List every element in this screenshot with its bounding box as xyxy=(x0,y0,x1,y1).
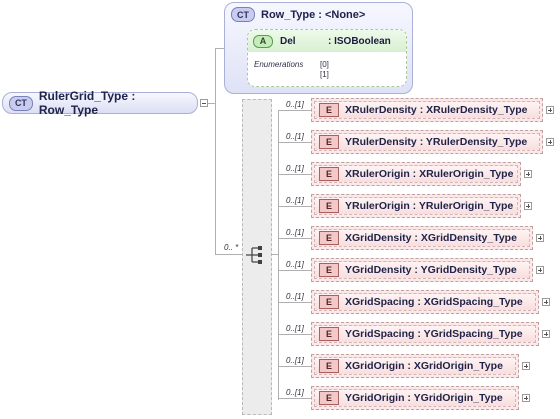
element-node-body: E YGridDensity : YGridDensity_Type xyxy=(314,261,530,279)
element-label: XGridOrigin : XGridOrigin_Type xyxy=(345,360,503,372)
element-icon: E xyxy=(319,231,339,245)
complex-type-icon: CT xyxy=(231,7,255,22)
element-node[interactable]: E XRulerDensity : XRulerDensity_Type xyxy=(311,98,543,122)
connector-element-h xyxy=(279,142,311,143)
element-node[interactable]: E XGridOrigin : XGridOrigin_Type xyxy=(311,354,519,378)
element-label: YGridDensity : YGridDensity_Type xyxy=(345,264,517,276)
connector-seq-v xyxy=(278,110,279,400)
expand-toggle[interactable] xyxy=(522,394,530,402)
expand-toggle[interactable] xyxy=(542,298,550,306)
expand-toggle[interactable] xyxy=(546,138,554,146)
element-node-body: E XGridDensity : XGridDensity_Type xyxy=(314,229,530,247)
attribute-row-del[interactable]: A Del : ISOBoolean xyxy=(248,30,406,52)
element-node-body: E XRulerOrigin : XRulerOrigin_Type xyxy=(314,165,518,183)
attribute-type: : ISOBoolean xyxy=(328,35,391,47)
element-label: YGridOrigin : YGridOrigin_Type xyxy=(345,392,503,404)
connector-element-h xyxy=(279,238,311,239)
element-icon: E xyxy=(319,359,339,373)
connector-element-h xyxy=(279,302,311,303)
element-node[interactable]: E XGridSpacing : XGridSpacing_Type xyxy=(311,290,539,314)
element-label: YGridSpacing : YGridSpacing_Type xyxy=(345,328,523,340)
expand-toggle[interactable] xyxy=(542,330,550,338)
element-node-body: E YGridOrigin : YGridOrigin_Type xyxy=(314,389,516,407)
element-multiplicity: 0..[1] xyxy=(286,228,304,237)
element-label: XRulerOrigin : XRulerOrigin_Type xyxy=(345,168,514,180)
element-node-body: E YGridSpacing : YGridSpacing_Type xyxy=(314,325,536,343)
attribute-icon: A xyxy=(253,34,273,48)
connector-element-h xyxy=(279,270,311,271)
element-icon: E xyxy=(319,327,339,341)
attribute-box: A Del : ISOBoolean Enumerations [0] [1] xyxy=(247,29,407,87)
base-type-panel: CT Row_Type : <None> A Del : ISOBoolean … xyxy=(224,2,413,94)
expand-toggle[interactable] xyxy=(524,170,532,178)
sequence-icon xyxy=(246,246,262,264)
enumeration-value: [0] xyxy=(320,60,329,69)
base-type-title: Row_Type : <None> xyxy=(261,8,366,21)
element-node[interactable]: E YRulerDensity : YRulerDensity_Type xyxy=(311,130,543,154)
root-complex-type[interactable]: CT RulerGrid_Type : Row_Type xyxy=(2,89,198,117)
element-node[interactable]: E YGridDensity : YGridDensity_Type xyxy=(311,258,533,282)
element-multiplicity: 0..[1] xyxy=(286,292,304,301)
complex-type-icon: CT xyxy=(9,95,33,111)
element-node-body: E XGridOrigin : XGridOrigin_Type xyxy=(314,357,516,375)
element-label: YRulerDensity : YRulerDensity_Type xyxy=(345,136,528,148)
element-label: YRulerOrigin : YRulerOrigin_Type xyxy=(345,200,514,212)
connector-element-h xyxy=(279,366,311,367)
connector-element-h xyxy=(279,334,311,335)
element-icon: E xyxy=(319,263,339,277)
connector-seq-h xyxy=(215,254,242,255)
expand-toggle[interactable] xyxy=(524,202,532,210)
element-multiplicity: 0..[1] xyxy=(286,324,304,333)
connector-element-h xyxy=(279,398,311,399)
element-multiplicity: 0..[1] xyxy=(286,100,304,109)
element-icon: E xyxy=(319,199,339,213)
element-node[interactable]: E YGridSpacing : YGridSpacing_Type xyxy=(311,322,539,346)
attribute-name: Del xyxy=(280,35,296,47)
element-icon: E xyxy=(319,135,339,149)
connector-base-h xyxy=(215,48,224,49)
element-node[interactable]: E YGridOrigin : YGridOrigin_Type xyxy=(311,386,519,410)
enumeration-values: [0] [1] xyxy=(320,60,329,80)
connector-element-h xyxy=(279,206,311,207)
expand-toggle[interactable] xyxy=(546,106,554,114)
element-node-body: E XGridSpacing : XGridSpacing_Type xyxy=(314,293,536,311)
element-label: XGridSpacing : XGridSpacing_Type xyxy=(345,296,523,308)
connector-element-h xyxy=(279,110,311,111)
root-type-label: RulerGrid_Type : Row_Type xyxy=(38,89,136,117)
element-icon: E xyxy=(319,103,339,117)
element-icon: E xyxy=(319,391,339,405)
expand-toggle[interactable] xyxy=(536,234,544,242)
element-multiplicity: 0..[1] xyxy=(286,260,304,269)
element-label: XRulerDensity : XRulerDensity_Type xyxy=(345,104,528,116)
element-node-body: E XRulerDensity : XRulerDensity_Type xyxy=(314,101,540,119)
element-multiplicity: 0..[1] xyxy=(286,132,304,141)
element-multiplicity: 0..[1] xyxy=(286,388,304,397)
element-node-body: E YRulerDensity : YRulerDensity_Type xyxy=(314,133,540,151)
expand-toggle[interactable] xyxy=(536,266,544,274)
connector-seq-out xyxy=(271,254,279,255)
element-icon: E xyxy=(319,167,339,181)
element-node[interactable]: E XGridDensity : XGridDensity_Type xyxy=(311,226,533,250)
enumerations-label: Enumerations xyxy=(254,60,304,69)
element-multiplicity: 0..[1] xyxy=(286,196,304,205)
root-collapse-toggle[interactable] xyxy=(200,99,208,107)
expand-toggle[interactable] xyxy=(522,362,530,370)
element-multiplicity: 0..[1] xyxy=(286,356,304,365)
element-icon: E xyxy=(319,295,339,309)
enumeration-value: [1] xyxy=(320,70,329,79)
element-node[interactable]: E XRulerOrigin : XRulerOrigin_Type xyxy=(311,162,521,186)
connector-trunk-v xyxy=(215,48,216,255)
element-multiplicity: 0..[1] xyxy=(286,164,304,173)
element-label: XGridDensity : XGridDensity_Type xyxy=(345,232,517,244)
sequence-multiplicity: 0.. * xyxy=(224,243,239,252)
connector-element-h xyxy=(279,174,311,175)
element-node[interactable]: E YRulerOrigin : YRulerOrigin_Type xyxy=(311,194,521,218)
element-node-body: E YRulerOrigin : YRulerOrigin_Type xyxy=(314,197,518,215)
